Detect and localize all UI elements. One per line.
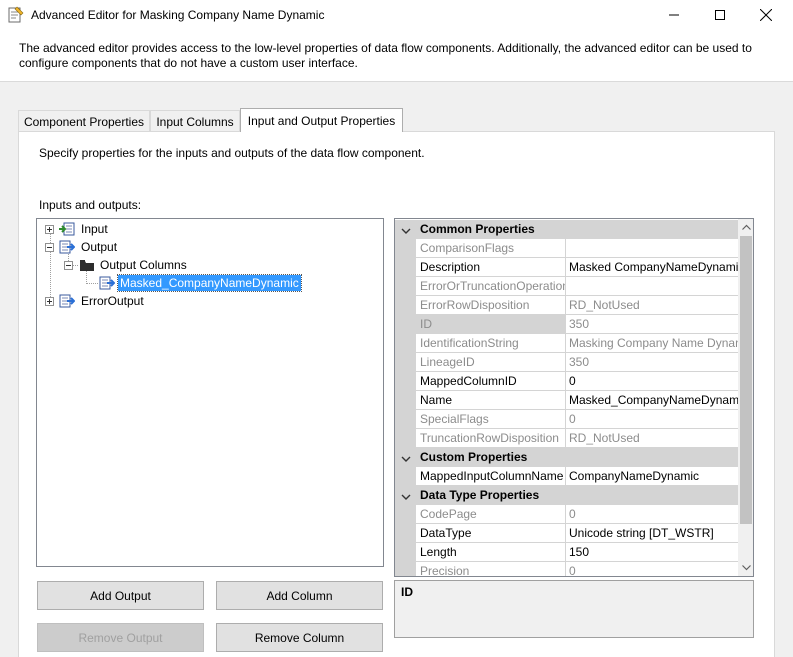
property-name: SpecialFlags: [416, 410, 566, 429]
remove-output-button[interactable]: Remove Output: [37, 623, 204, 652]
window-title: Advanced Editor for Masking Company Name…: [31, 8, 325, 22]
property-row[interactable]: Length 150: [395, 543, 738, 562]
property-name: Name: [416, 391, 566, 410]
property-grid[interactable]: Common Properties ComparisonFlags Descri…: [394, 218, 754, 577]
tree-item-error-output[interactable]: ErrorOutput: [79, 293, 146, 309]
property-name: CodePage: [416, 505, 566, 524]
input-icon: [59, 221, 75, 237]
folder-icon: [79, 257, 95, 273]
property-value[interactable]: 0: [566, 372, 738, 391]
property-row[interactable]: LineageID 350: [395, 353, 738, 372]
property-value: 350: [566, 353, 738, 372]
collapse-output-toggle[interactable]: [45, 243, 54, 252]
expand-input-toggle[interactable]: [45, 225, 54, 234]
property-value: RD_NotUsed: [566, 296, 738, 315]
vertical-scrollbar[interactable]: [738, 219, 753, 576]
property-row[interactable]: IdentificationString Masking Company Name…: [395, 334, 738, 353]
property-row[interactable]: MappedInputColumnName CompanyNameDynamic: [395, 467, 738, 486]
property-name: ID: [416, 315, 566, 334]
property-name: Precision: [416, 562, 566, 576]
property-name: DataType: [416, 524, 566, 543]
tab-input-output-properties[interactable]: Input and Output Properties: [240, 108, 403, 132]
property-row[interactable]: ErrorRowDisposition RD_NotUsed: [395, 296, 738, 315]
category-data-type-properties[interactable]: Data Type Properties: [395, 486, 738, 505]
inputs-outputs-label: Inputs and outputs:: [39, 198, 142, 212]
category-label: Common Properties: [420, 222, 535, 236]
property-value: 0: [566, 562, 738, 576]
tree-item-output-columns[interactable]: Output Columns: [98, 257, 189, 273]
banner-description: The advanced editor provides access to t…: [19, 41, 752, 70]
property-value: RD_NotUsed: [566, 429, 738, 448]
property-value[interactable]: Masked CompanyNameDynamic: [566, 258, 738, 277]
property-name: ComparisonFlags: [416, 239, 566, 258]
property-row[interactable]: Description Masked CompanyNameDynamic: [395, 258, 738, 277]
scroll-down-arrow[interactable]: [738, 560, 753, 576]
property-name: TruncationRowDisposition: [416, 429, 566, 448]
app-icon: [8, 6, 24, 24]
property-row[interactable]: TruncationRowDisposition RD_NotUsed: [395, 429, 738, 448]
close-button[interactable]: [743, 0, 789, 30]
inputs-outputs-tree[interactable]: Input Output Output Columns Masked_Compa…: [36, 218, 384, 567]
property-row[interactable]: SpecialFlags 0: [395, 410, 738, 429]
property-value[interactable]: Masked_CompanyNameDynamic: [566, 391, 738, 410]
category-common-properties[interactable]: Common Properties: [395, 220, 738, 239]
property-name: MappedInputColumnName: [416, 467, 566, 486]
property-value: 350: [566, 315, 738, 334]
property-row[interactable]: CodePage 0: [395, 505, 738, 524]
property-value: [566, 277, 738, 296]
output-icon: [59, 239, 76, 255]
tree-item-selected-column[interactable]: Masked_CompanyNameDynamic: [117, 274, 302, 292]
tree-connector: [86, 283, 98, 284]
property-name: ErrorRowDisposition: [416, 296, 566, 315]
maximize-button[interactable]: [697, 0, 743, 30]
collapse-output-columns-toggle[interactable]: [64, 261, 73, 270]
property-value[interactable]: Unicode string [DT_WSTR]: [566, 524, 738, 543]
add-column-button[interactable]: Add Column: [216, 581, 383, 610]
property-value: Masking Company Name Dynamic: [566, 334, 738, 353]
property-name: LineageID: [416, 353, 566, 372]
property-name: Description: [416, 258, 566, 277]
remove-column-button[interactable]: Remove Column: [216, 623, 383, 652]
tree-item-input[interactable]: Input: [79, 221, 110, 237]
category-custom-properties[interactable]: Custom Properties: [395, 448, 738, 467]
tab-component-properties[interactable]: Component Properties: [18, 110, 150, 132]
chevron-down-icon[interactable]: [401, 491, 411, 501]
title-bar: Advanced Editor for Masking Company Name…: [0, 0, 793, 30]
property-value: [566, 239, 738, 258]
tree-connector: [50, 229, 51, 301]
property-row[interactable]: MappedColumnID 0: [395, 372, 738, 391]
property-row[interactable]: Name Masked_CompanyNameDynamic: [395, 391, 738, 410]
expand-error-output-toggle[interactable]: [45, 297, 54, 306]
property-row[interactable]: DataType Unicode string [DT_WSTR]: [395, 524, 738, 543]
scroll-thumb[interactable]: [740, 236, 752, 524]
property-row[interactable]: ComparisonFlags: [395, 239, 738, 258]
category-label: Data Type Properties: [420, 488, 540, 502]
category-label: Custom Properties: [420, 450, 528, 464]
column-icon: [99, 275, 116, 291]
property-value: 0: [566, 505, 738, 524]
property-help-box: ID: [394, 580, 754, 638]
property-name: IdentificationString: [416, 334, 566, 353]
tree-item-output[interactable]: Output: [79, 239, 119, 255]
add-output-button[interactable]: Add Output: [37, 581, 204, 610]
chevron-down-icon[interactable]: [401, 453, 411, 463]
property-value[interactable]: CompanyNameDynamic: [566, 467, 738, 486]
property-row[interactable]: Precision 0: [395, 562, 738, 576]
property-value[interactable]: 150: [566, 543, 738, 562]
property-row[interactable]: ErrorOrTruncationOperation: [395, 277, 738, 296]
description-banner: The advanced editor provides access to t…: [0, 30, 793, 82]
tab-input-columns[interactable]: Input Columns: [150, 110, 240, 132]
property-name: ErrorOrTruncationOperation: [416, 277, 566, 296]
error-output-icon: [59, 293, 76, 309]
scroll-up-arrow[interactable]: [738, 219, 753, 235]
panel-description: Specify properties for the inputs and ou…: [39, 146, 425, 160]
property-name: Length: [416, 543, 566, 562]
minimize-button[interactable]: [651, 0, 697, 30]
chevron-down-icon[interactable]: [401, 225, 411, 235]
help-title: ID: [401, 585, 413, 599]
property-name: MappedColumnID: [416, 372, 566, 391]
property-row-selected[interactable]: ID 350: [395, 315, 738, 334]
property-value: 0: [566, 410, 738, 429]
